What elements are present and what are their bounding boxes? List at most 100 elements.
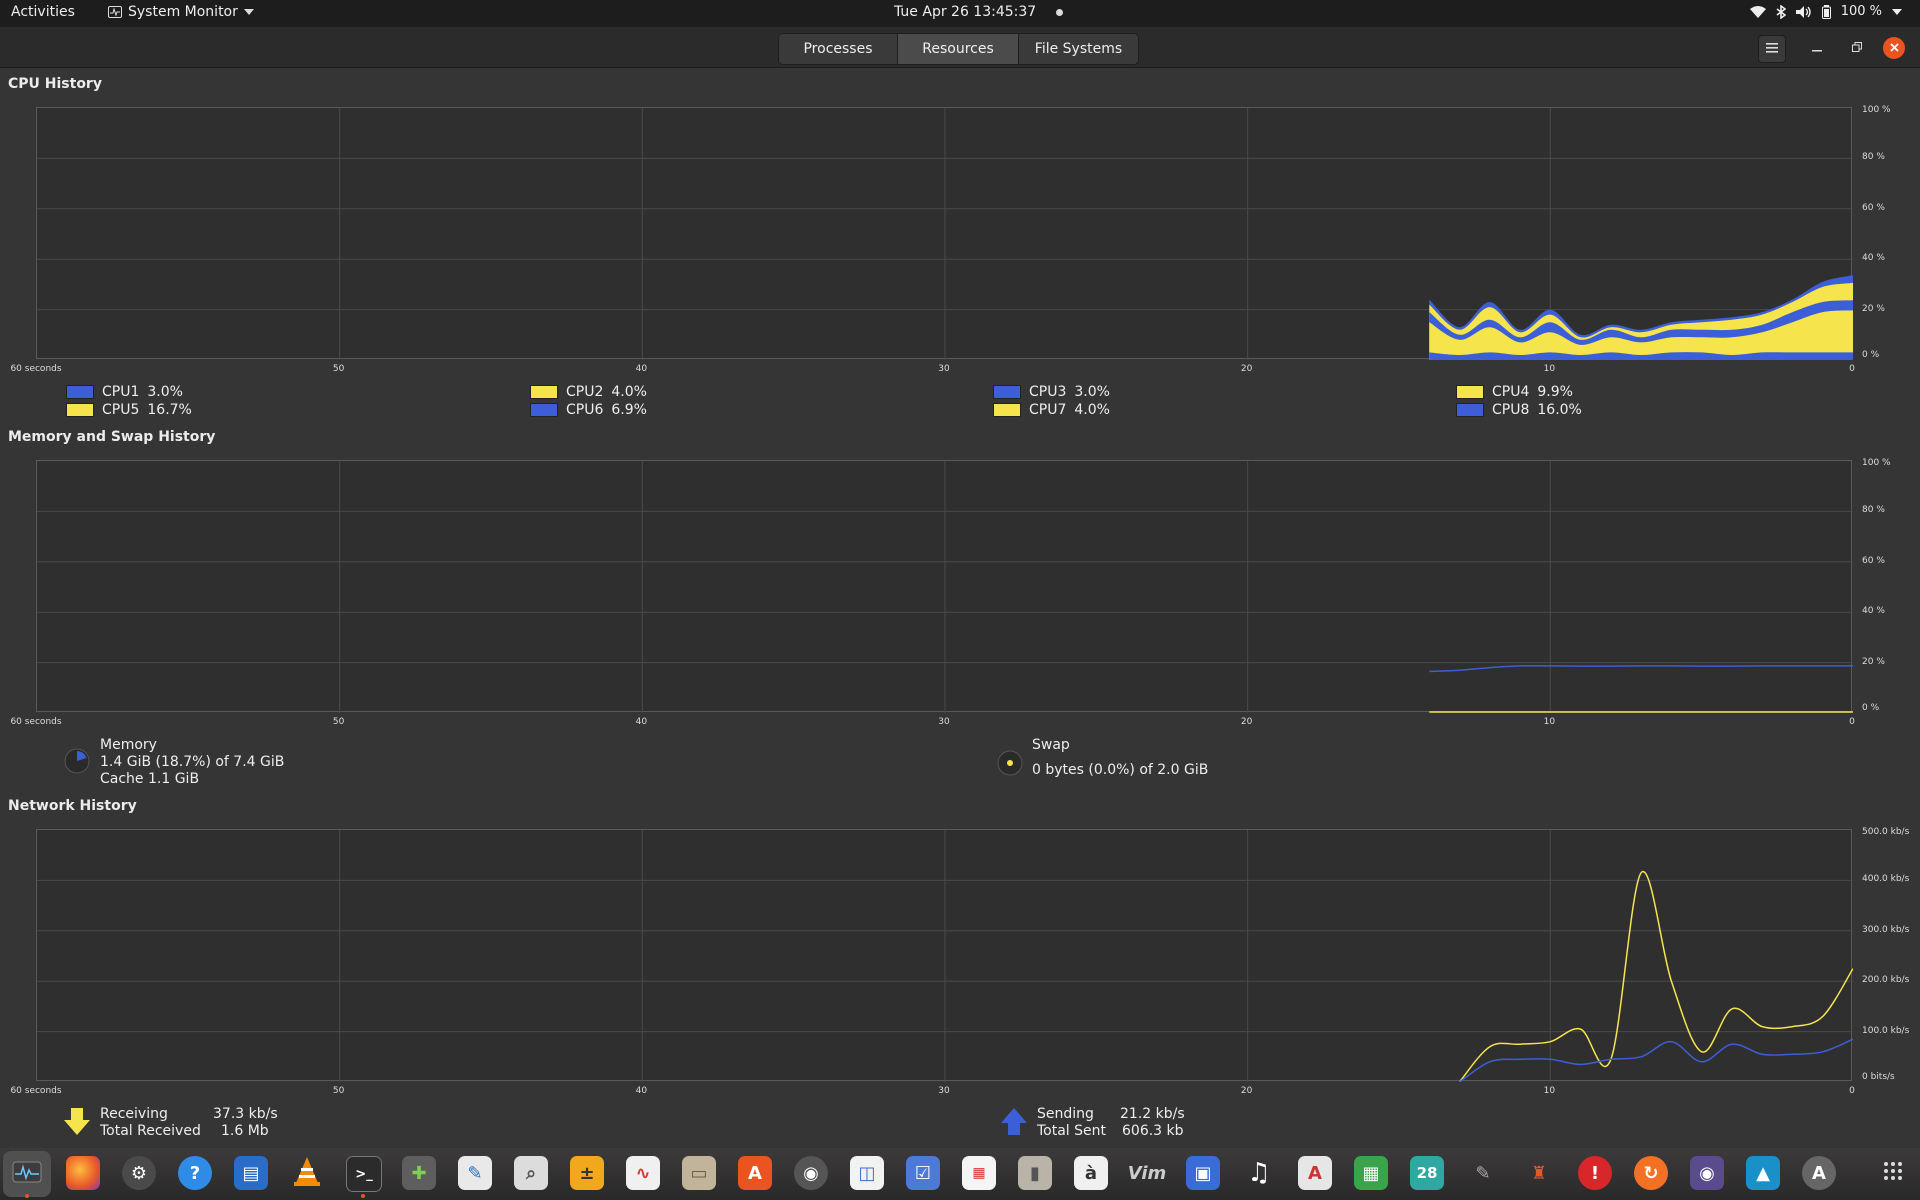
total-sent-label: Total Sent	[1037, 1123, 1107, 1139]
dock-app-store[interactable]: A	[1802, 1156, 1836, 1190]
dock-extension[interactable]: ✚	[402, 1156, 436, 1190]
dock-app-viewer[interactable]: ◫	[850, 1156, 884, 1190]
system-monitor-icon	[108, 6, 122, 18]
dock-archive-manager[interactable]: ▮	[1018, 1156, 1052, 1190]
dock-document-viewer[interactable]: ▦	[962, 1156, 996, 1190]
network-line-sending	[1459, 1038, 1853, 1082]
tab-file-systems[interactable]: File Systems	[1018, 34, 1138, 64]
view-switcher: Processes Resources File Systems	[778, 33, 1139, 65]
system-tray[interactable]: 100 %	[1749, 4, 1902, 19]
dock-gimp[interactable]: ✎	[1466, 1156, 1500, 1190]
legend-value: 9.9%	[1537, 384, 1573, 400]
legend-value: 4.0%	[611, 384, 647, 400]
dock-tasks[interactable]: ☑	[906, 1156, 940, 1190]
dock-image-viewer[interactable]: ⌕	[514, 1156, 548, 1190]
dock-plot-app[interactable]: ∿	[626, 1156, 660, 1190]
y-tick-label: 500.0 kb/s	[1862, 827, 1910, 837]
swap-used: 0 bytes (0.0%) of 2.0 GiB	[1032, 762, 1209, 778]
total-sent-value: 606.3 kb	[1122, 1123, 1184, 1139]
close-button[interactable]	[1883, 37, 1905, 59]
app-store-icon: A	[1812, 1162, 1826, 1184]
dock-updater[interactable]: ↻	[1634, 1156, 1668, 1190]
archive-icon: ▮	[1030, 1162, 1040, 1184]
minimize-icon	[1812, 41, 1822, 56]
dock-system-monitor[interactable]	[3, 1151, 51, 1197]
swap-label: Swap	[1032, 737, 1070, 753]
legend-value: 6.9%	[611, 402, 647, 418]
legend-value: 3.0%	[147, 384, 183, 400]
swap-pie-icon[interactable]	[997, 750, 1023, 776]
sending-info: Sending 21.2 kb/s Total Sent 606.3 kb	[1037, 1106, 1185, 1140]
dock-vlc[interactable]	[290, 1156, 324, 1190]
legend-cpu6[interactable]: CPU6 6.9%	[530, 402, 647, 418]
sending-value: 21.2 kb/s	[1120, 1106, 1185, 1122]
dock-software-center[interactable]: A	[738, 1156, 772, 1190]
dock-game[interactable]: ♜	[1522, 1156, 1556, 1190]
minimize-button[interactable]	[1804, 35, 1830, 61]
tab-resources[interactable]: Resources	[897, 34, 1018, 64]
legend-label: CPU5	[102, 402, 140, 418]
dock-files[interactable]: ▭	[682, 1156, 716, 1190]
app-menu[interactable]: System Monitor	[108, 4, 254, 20]
dock-screenshot[interactable]: ▣	[1186, 1156, 1220, 1190]
dock-calendar[interactable]: 28	[1410, 1156, 1444, 1190]
legend-cpu3[interactable]: CPU3 3.0%	[993, 384, 1110, 400]
legend-cpu1[interactable]: CPU1 3.0%	[66, 384, 183, 400]
tab-processes[interactable]: Processes	[779, 34, 897, 64]
exclamation-icon: !	[1590, 1162, 1600, 1184]
legend-swatch	[530, 385, 558, 399]
dock-photo-app[interactable]: ▲	[1746, 1156, 1780, 1190]
terminal-icon: >_	[355, 1166, 373, 1182]
spreadsheet-icon: ▦	[1362, 1162, 1380, 1184]
dock-font-viewer[interactable]: A	[1298, 1156, 1332, 1190]
dock-disk-usage[interactable]: ◉	[794, 1156, 828, 1190]
glasses-icon: ▦	[972, 1165, 986, 1181]
legend-cpu4[interactable]: CPU4 9.9%	[1456, 384, 1573, 400]
memory-pie-icon[interactable]	[64, 748, 90, 774]
document-icon: ◫	[858, 1162, 876, 1184]
show-applications-button[interactable]	[1876, 1156, 1910, 1190]
maximize-button[interactable]	[1844, 35, 1870, 61]
y-tick-label: 40 %	[1862, 606, 1885, 617]
dock-alert[interactable]: !	[1578, 1156, 1612, 1190]
dock-firefox[interactable]	[66, 1156, 100, 1190]
notification-dot-icon	[1056, 8, 1064, 16]
sending-arrow-icon[interactable]	[1001, 1108, 1027, 1136]
dock-writer[interactable]: ▤	[234, 1156, 268, 1190]
dock-spreadsheet[interactable]: ▦	[1354, 1156, 1388, 1190]
vim-icon: Vim	[1127, 1162, 1167, 1184]
dock-help[interactable]: ?	[178, 1156, 212, 1190]
legend-cpu7[interactable]: CPU7 4.0%	[993, 402, 1110, 418]
y-tick-label: 100 %	[1862, 105, 1891, 115]
x-tick-label: 40	[635, 364, 648, 374]
hamburger-menu-button[interactable]	[1758, 35, 1786, 63]
battery-label: 100 %	[1840, 4, 1882, 19]
memory-line-memory	[1429, 664, 1853, 673]
activities-button[interactable]: Activities	[11, 4, 75, 20]
legend-cpu8[interactable]: CPU8 16.0%	[1456, 402, 1582, 418]
running-indicator	[25, 1194, 29, 1198]
x-tick-label: 10	[1543, 1086, 1556, 1096]
cpu-history-graph	[36, 107, 1853, 360]
gear-icon: ⚙	[130, 1162, 148, 1184]
dock-characters[interactable]: à	[1074, 1156, 1108, 1190]
dock-text-editor[interactable]: ✎	[458, 1156, 492, 1190]
legend-swatch	[993, 403, 1021, 417]
dock-settings[interactable]: ⚙	[122, 1156, 156, 1190]
dock-vim[interactable]: Vim	[1127, 1156, 1167, 1190]
dock-screen-recorder[interactable]: ◉	[1690, 1156, 1724, 1190]
dock-calculator[interactable]: ±	[570, 1156, 604, 1190]
dock-music[interactable]: ♫	[1242, 1156, 1276, 1190]
receiving-arrow-icon[interactable]	[64, 1108, 90, 1136]
dock-terminal[interactable]: >_	[346, 1156, 382, 1192]
receiving-value: 37.3 kb/s	[213, 1106, 278, 1122]
document-icon: ▤	[242, 1162, 260, 1184]
network-line-receiving	[1458, 870, 1853, 1082]
legend-cpu5[interactable]: CPU5 16.7%	[66, 402, 192, 418]
clock[interactable]: Tue Apr 26 13:45:37	[894, 4, 1064, 20]
legend-value: 4.0%	[1074, 402, 1110, 418]
legend-cpu2[interactable]: CPU2 4.0%	[530, 384, 647, 400]
character-sprite-icon: ♜	[1530, 1162, 1548, 1184]
legend-swatch	[993, 385, 1021, 399]
legend-swatch	[66, 385, 94, 399]
